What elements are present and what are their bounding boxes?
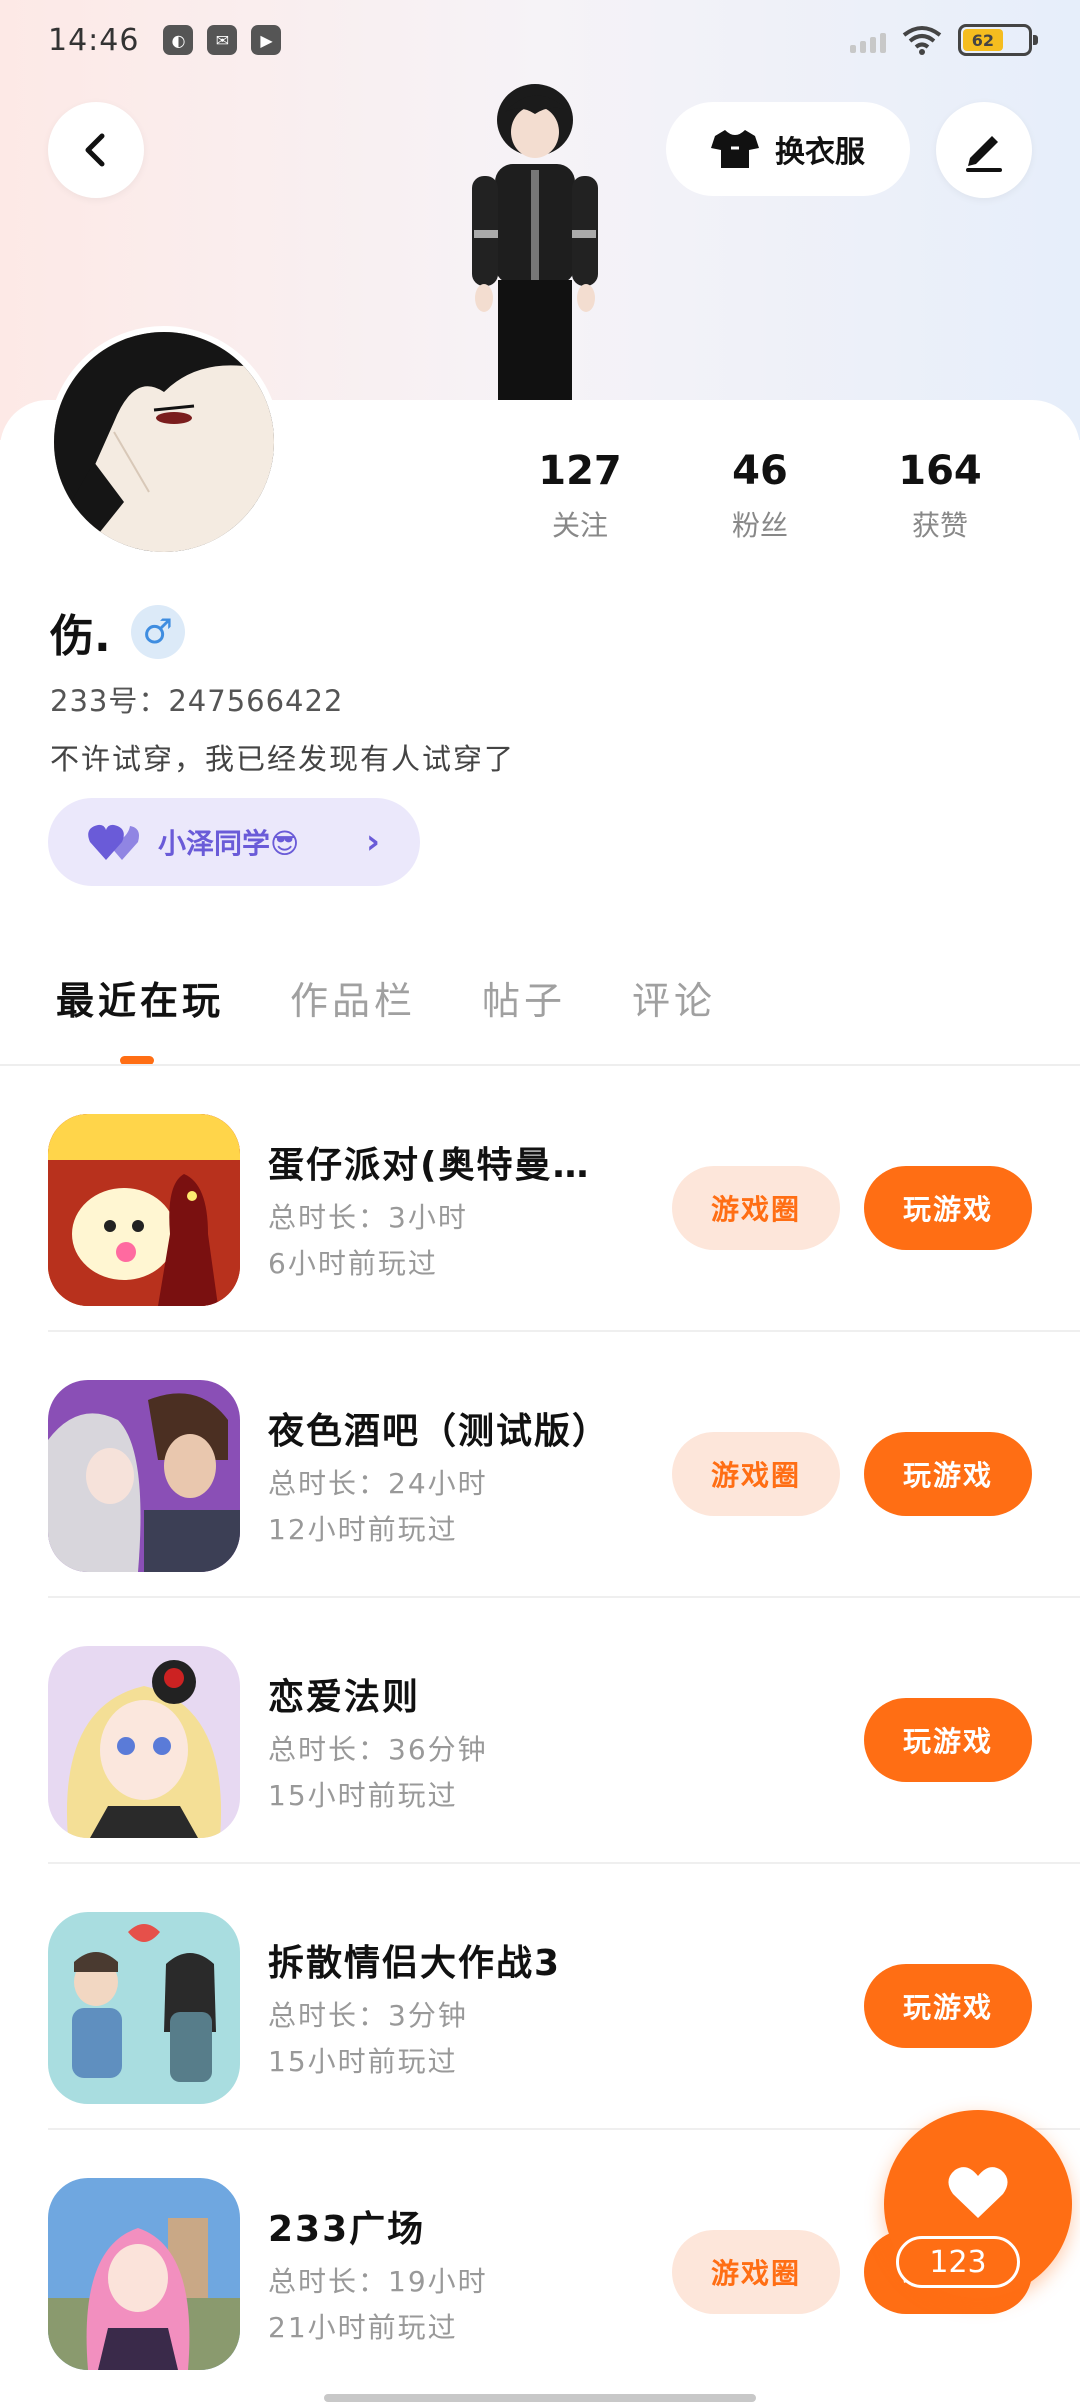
play-game-button[interactable]: 玩游戏 [864,1166,1032,1250]
play-game-button[interactable]: 玩游戏 [864,1698,1032,1782]
play-game-button[interactable]: 玩游戏 [864,1964,1032,2048]
game-icon [48,1912,240,2104]
stat-label: 获赞 [911,509,968,542]
game-icon-art [48,1646,240,1838]
profile-stats: 127 关注 46 粉丝 164 获赞 [490,448,1030,544]
tshirt-icon [711,130,759,168]
nickname-row: 伤. ♂ [50,600,185,664]
signal-icon [850,27,886,53]
game-icon [48,1646,240,1838]
pen-icon [966,136,1002,172]
play-notification-icon: ▶ [251,25,282,55]
stat-following[interactable]: 127 关注 [490,448,670,544]
user-id: 233号：247566422 [50,684,344,718]
game-last-played: 12小时前玩过 [268,1513,458,1546]
edit-profile-button[interactable] [936,102,1032,198]
game-title: 蛋仔派对(奥特曼… [268,1145,591,1186]
stat-likes[interactable]: 164 获赞 [850,448,1030,544]
list-item[interactable]: 蛋仔派对(奥特曼… 总时长：3小时 6小时前玩过 游戏圈 玩游戏 [0,1066,1080,1332]
game-icon-art [48,2178,240,2370]
wifi-icon [902,26,942,55]
game-last-played: 6小时前玩过 [268,1247,438,1280]
tab-comments[interactable]: 评论 [632,970,716,1025]
status-bar: 14:46 ◐ ✉ ▶ 62 [0,0,1080,80]
list-item[interactable]: 拆散情侣大作战3 总时长：3分钟 15小时前玩过 玩游戏 [0,1864,1080,2130]
battery-icon: 62 [958,24,1038,56]
game-duration: 总时长：3小时 [268,1201,468,1234]
game-icon [48,1380,240,1572]
list-item[interactable]: 夜色酒吧（测试版） 总时长：24小时 12小时前玩过 游戏圈 玩游戏 [0,1332,1080,1598]
play-game-button[interactable]: 玩游戏 [864,1432,1032,1516]
stat-label: 关注 [551,509,608,542]
game-circle-button[interactable]: 游戏圈 [672,1166,840,1250]
app-notification-icon: ◐ [163,25,194,55]
change-outfit-button[interactable]: 换衣服 [666,102,910,196]
avatar-character-figure [472,84,598,400]
game-last-played: 21小时前玩过 [268,2311,458,2344]
mail-notification-icon: ✉ [207,25,238,55]
game-title: 拆散情侣大作战3 [268,1943,562,1984]
game-icon-art [48,1380,240,1572]
avatar[interactable] [48,326,280,558]
profile-tabs: 最近在玩 作品栏 帖子 评论 [56,970,716,1065]
game-duration: 总时长：36分钟 [268,1733,488,1766]
tab-posts[interactable]: 帖子 [482,970,566,1025]
heart-icon [948,2167,1008,2218]
game-duration: 总时长：19小时 [268,2265,488,2298]
close-friend-label: 小泽同学😎 [158,827,300,860]
game-icon-art [48,1114,240,1306]
bio: 不许试穿，我已经发现有人试穿了 [50,742,516,776]
game-circle-button[interactable]: 游戏圈 [672,2230,840,2314]
game-icon [48,2178,240,2370]
stat-value: 46 [732,448,788,494]
close-friend-pill[interactable]: 小泽同学😎 › [48,798,420,886]
chevron-right-icon: › [365,822,380,862]
gender-male-icon: ♂ [130,605,185,659]
game-icon-art [48,1912,240,2104]
battery-level: 62 [971,30,994,50]
game-duration: 总时长：3分钟 [268,1999,468,2032]
chevron-left-icon [85,133,105,167]
tab-recently-played[interactable]: 最近在玩 [56,970,224,1065]
game-title: 夜色酒吧（测试版） [268,1411,611,1452]
back-button[interactable] [48,102,144,198]
game-title: 恋爱法则 [268,1677,421,1718]
nickname: 伤. [50,611,111,662]
double-heart-icon [88,824,139,860]
like-count-badge: 123 [896,2236,1020,2288]
game-circle-button[interactable]: 游戏圈 [672,1432,840,1516]
stat-followers[interactable]: 46 粉丝 [670,448,850,544]
home-indicator[interactable] [324,2394,756,2402]
stat-label: 粉丝 [731,509,788,542]
stat-value: 127 [538,448,622,494]
game-duration: 总时长：24小时 [268,1467,488,1500]
status-time: 14:46 [48,22,140,58]
tab-works[interactable]: 作品栏 [290,970,416,1025]
game-last-played: 15小时前玩过 [268,1779,458,1812]
change-outfit-label: 换衣服 [775,135,865,170]
game-last-played: 15小时前玩过 [268,2045,458,2078]
avatar-image [54,332,274,552]
list-item[interactable]: 恋爱法则 总时长：36分钟 15小时前玩过 玩游戏 [0,1598,1080,1864]
game-title: 233广场 [268,2209,426,2250]
stat-value: 164 [898,448,982,494]
game-icon [48,1114,240,1306]
